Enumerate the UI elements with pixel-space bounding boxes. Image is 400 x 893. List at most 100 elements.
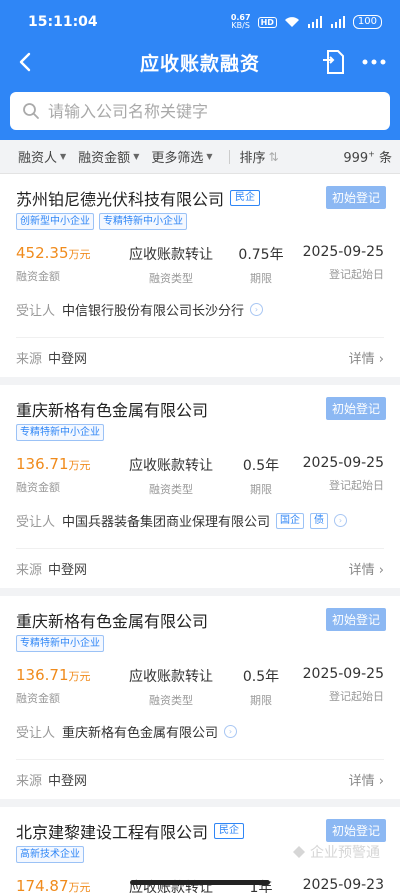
filter-amount[interactable]: 融资金额 ▼ xyxy=(78,147,139,166)
hd-badge: HD xyxy=(257,16,277,28)
signal-icon-2 xyxy=(330,16,345,28)
financing-card[interactable]: 重庆新格有色金属有限公司 初始登记 专精特新中小企业 136.71万元融资金额 … xyxy=(0,596,400,799)
watermark-logo-icon xyxy=(293,846,305,858)
status-icons: 0.67 KB/S HD 100 xyxy=(231,14,382,30)
chevron-right-circle-icon[interactable]: › xyxy=(224,725,238,738)
back-arrow-icon[interactable] xyxy=(14,48,38,76)
source-label: 来源 xyxy=(16,774,43,789)
source-label: 来源 xyxy=(16,352,43,367)
chevron-right-icon: › xyxy=(378,352,384,367)
date-value: 2025-09-25 xyxy=(302,244,384,260)
chevron-right-circle-icon[interactable]: › xyxy=(334,514,348,527)
caret-down-icon: ▼ xyxy=(60,152,67,161)
type-value: 应收账款转让 xyxy=(129,669,213,685)
date-value: 2025-09-23 xyxy=(302,877,384,893)
company-name[interactable]: 苏州铂尼德光伏科技有限公司 xyxy=(16,186,224,210)
date-label: 登记起始日 xyxy=(329,268,384,281)
date-value: 2025-09-25 xyxy=(302,666,384,682)
assignee-row: 受让人 中信银行股份有限公司长沙分行 › xyxy=(16,300,384,319)
type-label: 融资类型 xyxy=(149,483,193,496)
ownership-badge: 民企 xyxy=(214,823,245,839)
metrics-row: 452.35万元 融资金额 应收账款转让 融资类型 0.75年 期限 2025-09-… xyxy=(16,244,384,286)
caret-down-icon: ▼ xyxy=(206,152,213,161)
detail-link[interactable]: 详情 › xyxy=(349,348,384,367)
chevron-right-icon: › xyxy=(378,563,384,578)
wifi-icon xyxy=(284,17,299,27)
metrics-row: 136.71万元融资金额 应收账款转让 融资类型 0.5年期限 2025-09-2… xyxy=(16,666,384,708)
company-name[interactable]: 重庆新格有色金属有限公司 xyxy=(16,608,208,632)
type-label: 融资类型 xyxy=(149,694,193,707)
status-badge: 初始登记 xyxy=(325,397,386,420)
detail-link[interactable]: 详情 › xyxy=(349,559,384,578)
date-value: 2025-09-25 xyxy=(302,455,384,471)
company-tag: 创新型中小企业 xyxy=(16,213,94,230)
company-name[interactable]: 重庆新格有色金属有限公司 xyxy=(16,397,208,421)
search-input[interactable] xyxy=(48,101,348,121)
bond-badge: 债 xyxy=(310,512,329,529)
sort-icon: ⇅ xyxy=(268,149,279,164)
term-label: 期限 xyxy=(250,694,272,707)
sort-button[interactable]: 排序 ⇅ xyxy=(240,147,279,167)
company-name[interactable]: 北京建黎建设工程有限公司 xyxy=(16,819,208,843)
source-row: 来源 中登网 详情 › xyxy=(16,548,384,588)
caret-down-icon: ▼ xyxy=(133,152,140,161)
date-label: 登记起始日 xyxy=(329,690,384,703)
company-tag: 高新技术企业 xyxy=(16,846,84,863)
state-owned-badge: 国企 xyxy=(276,512,305,529)
source-value: 中登网 xyxy=(48,563,88,578)
amount-value: 136.71万元 xyxy=(16,666,91,684)
company-tags: 创新型中小企业 专精特新中小企业 xyxy=(16,213,384,230)
company-tag: 专精特新中小企业 xyxy=(16,424,104,441)
battery-icon: 100 xyxy=(352,15,382,29)
filter-bar: 融资人 ▼ 融资金额 ▼ 更多筛选 ▼ 排序 ⇅ 999+ 条 xyxy=(0,140,400,174)
detail-link[interactable]: 详情 › xyxy=(349,770,384,789)
type-label: 融资类型 xyxy=(149,272,193,285)
chevron-right-circle-icon[interactable]: › xyxy=(250,303,264,316)
ownership-badge: 民企 xyxy=(230,190,261,206)
type-value: 应收账款转让 xyxy=(129,458,213,474)
search-bar[interactable] xyxy=(10,92,390,130)
term-value: 0.75年 xyxy=(238,247,284,263)
company-tags: 专精特新中小企业 xyxy=(16,424,384,441)
assignee-row: 受让人 重庆新格有色金属有限公司 › xyxy=(16,722,384,741)
filter-more[interactable]: 更多筛选 ▼ xyxy=(151,147,212,166)
source-value: 中登网 xyxy=(48,352,88,367)
company-tag: 专精特新中小企业 xyxy=(99,213,187,230)
assignee-name[interactable]: 中国兵器装备集团商业保理有限公司 xyxy=(62,511,270,530)
type-value: 应收账款转让 xyxy=(129,247,213,263)
assignee-label: 受让人 xyxy=(16,726,56,741)
amount-value: 452.35万元 xyxy=(16,244,91,262)
status-badge: 初始登记 xyxy=(325,186,386,209)
status-badge: 初始登记 xyxy=(325,819,386,842)
source-value: 中登网 xyxy=(48,774,88,789)
net-speed: 0.67 KB/S xyxy=(230,13,251,30)
status-badge: 初始登记 xyxy=(325,608,386,631)
financing-card[interactable]: 重庆新格有色金属有限公司 初始登记 专精特新中小企业 136.71万元融资金额 … xyxy=(0,385,400,588)
export-document-icon[interactable] xyxy=(320,48,346,76)
filter-financier[interactable]: 融资人 ▼ xyxy=(18,147,66,166)
search-icon xyxy=(23,103,39,119)
source-label: 来源 xyxy=(16,563,43,578)
assignee-name[interactable]: 中信银行股份有限公司长沙分行 xyxy=(62,300,244,319)
status-time: 15:11:04 xyxy=(28,14,98,30)
signal-icon xyxy=(307,16,322,28)
assignee-row: 受让人 中国兵器装备集团商业保理有限公司 国企 债 › xyxy=(16,511,384,530)
term-value: 0.5年 xyxy=(242,669,280,685)
amount-label: 融资金额 xyxy=(16,270,60,283)
term-value: 0.5年 xyxy=(242,458,280,474)
home-indicator[interactable] xyxy=(130,880,270,885)
amount-label: 融资金额 xyxy=(16,692,60,705)
amount-value: 136.71万元 xyxy=(16,455,91,473)
metrics-row: 136.71万元融资金额 应收账款转让 融资类型 0.5年期限 2025-09-2… xyxy=(16,455,384,497)
source-row: 来源 中登网 详情 › xyxy=(16,337,384,377)
chevron-right-icon: › xyxy=(378,774,384,789)
watermark: 企业预警通 xyxy=(292,842,380,862)
assignee-label: 受让人 xyxy=(16,515,56,530)
more-icon[interactable] xyxy=(360,50,388,74)
assignee-name[interactable]: 重庆新格有色金属有限公司 xyxy=(62,722,218,741)
amount-label: 融资金额 xyxy=(16,481,60,494)
result-count: 999+ 条 xyxy=(343,149,392,166)
term-label: 期限 xyxy=(250,483,272,496)
financing-card[interactable]: 苏州铂尼德光伏科技有限公司 民企 初始登记 创新型中小企业 专精特新中小企业 4… xyxy=(0,174,400,377)
company-tag: 专精特新中小企业 xyxy=(16,635,104,652)
